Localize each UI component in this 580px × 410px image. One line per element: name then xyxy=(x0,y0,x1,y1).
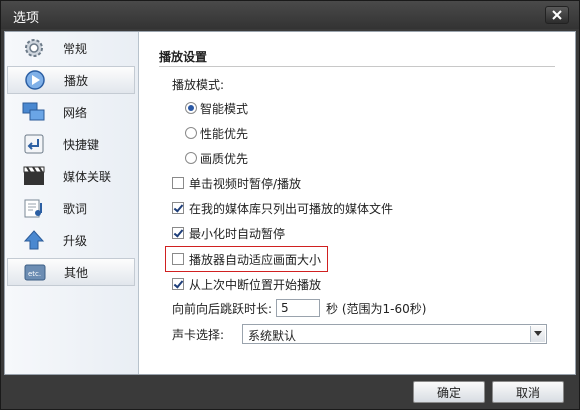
upgrade-arrow-icon xyxy=(17,228,51,252)
sidebar-item-playback[interactable]: 播放 xyxy=(7,66,135,94)
seek-duration-row: 向前向后跳跃时长: 5 秒 (范围为1-60秒) xyxy=(172,298,426,318)
seek-duration-input[interactable]: 5 xyxy=(276,299,321,317)
checkbox[interactable] xyxy=(172,202,184,214)
radio-button[interactable] xyxy=(185,152,197,164)
keyboard-icon xyxy=(17,132,51,156)
sidebar-item-other[interactable]: etc. 其他 xyxy=(7,258,135,286)
play-icon xyxy=(18,68,52,92)
sidebar-item-label: 播放 xyxy=(64,73,89,88)
checkbox[interactable] xyxy=(172,177,184,189)
sidebar-item-upgrade[interactable]: 升级 xyxy=(7,226,135,254)
sidebar-item-label: 快捷键 xyxy=(63,137,100,152)
check-list-playable-only[interactable]: 在我的媒体库只列出可播放的媒体文件 xyxy=(172,198,393,218)
seek-label: 向前向后跳跃时长: xyxy=(172,301,273,316)
checkbox[interactable] xyxy=(172,253,184,265)
soundcard-value: 系统默认 xyxy=(248,329,297,343)
soundcard-label: 声卡选择: xyxy=(172,324,224,344)
window-title: 选项 xyxy=(13,11,40,26)
radio-label: 智能模式 xyxy=(200,101,249,116)
title-bar[interactable]: 选项 xyxy=(1,1,579,29)
svg-text:etc.: etc. xyxy=(28,270,41,278)
sidebar-item-label: 网络 xyxy=(63,105,88,120)
sidebar-item-general[interactable]: 常规 xyxy=(7,34,135,62)
network-icon xyxy=(17,100,51,124)
sidebar-item-media-association[interactable]: 媒体关联 xyxy=(7,162,135,190)
cancel-button[interactable]: 取消 xyxy=(492,381,564,403)
sidebar-item-hotkeys[interactable]: 快捷键 xyxy=(7,130,135,158)
checkbox-label: 在我的媒体库只列出可播放的媒体文件 xyxy=(189,201,394,216)
mode-label: 播放模式: xyxy=(172,74,224,94)
checkbox-label: 播放器自动适应画面大小 xyxy=(189,252,322,267)
checkbox-label: 最小化时自动暂停 xyxy=(189,226,286,241)
radio-button[interactable] xyxy=(185,127,197,139)
soundcard-select[interactable]: 系统默认 xyxy=(242,324,547,344)
playback-settings-panel: 播放设置 播放模式: 智能模式 性能优先 画质优先 单击视频时暂停/播放 在我的… xyxy=(139,32,575,374)
radio-button[interactable] xyxy=(185,102,197,114)
sidebar-item-label: 媒体关联 xyxy=(63,169,112,184)
radio-quality-first[interactable]: 画质优先 xyxy=(185,148,248,168)
checkbox-label: 从上次中断位置开始播放 xyxy=(189,277,322,292)
sidebar: 常规 播放 网络 快捷键 媒体关联 歌词 升级 etc. 其他 xyxy=(5,32,139,374)
sidebar-item-label: 升级 xyxy=(63,233,88,248)
close-icon xyxy=(552,10,562,20)
seek-unit: 秒 (范围为1-60秒) xyxy=(326,301,427,316)
radio-label: 画质优先 xyxy=(200,151,249,166)
check-pause-on-minimize[interactable]: 最小化时自动暂停 xyxy=(172,223,285,243)
dialog-footer: 确定 取消 xyxy=(1,377,579,409)
dropdown-arrow[interactable] xyxy=(530,326,545,342)
check-click-pause[interactable]: 单击视频时暂停/播放 xyxy=(172,173,301,193)
soundcard-label-text: 声卡选择: xyxy=(172,327,225,342)
radio-label: 性能优先 xyxy=(200,126,249,141)
section-divider xyxy=(159,66,555,67)
checkbox-label: 单击视频时暂停/播放 xyxy=(189,176,302,191)
sidebar-item-label: 歌词 xyxy=(63,201,88,216)
radio-smart-mode[interactable]: 智能模式 xyxy=(185,98,248,118)
sidebar-item-lyrics[interactable]: 歌词 xyxy=(7,194,135,222)
section-title: 播放设置 xyxy=(159,50,208,64)
options-dialog: 选项 常规 播放 网络 快捷键 媒体关联 歌词 升级 etc. 其他 播放设置 … xyxy=(0,0,580,410)
sidebar-item-label: 其他 xyxy=(64,265,89,280)
clapperboard-icon xyxy=(17,164,51,188)
checkbox[interactable] xyxy=(172,227,184,239)
check-auto-fit-size[interactable]: 播放器自动适应画面大小 xyxy=(172,249,321,269)
chevron-down-icon xyxy=(534,331,542,336)
etc-icon: etc. xyxy=(18,260,52,284)
content-area: 常规 播放 网络 快捷键 媒体关联 歌词 升级 etc. 其他 播放设置 播放模… xyxy=(4,31,576,375)
lyrics-icon xyxy=(17,196,51,220)
radio-performance-first[interactable]: 性能优先 xyxy=(185,123,248,143)
checkbox[interactable] xyxy=(172,278,184,290)
ok-button[interactable]: 确定 xyxy=(413,381,485,403)
close-button[interactable] xyxy=(545,6,569,24)
sidebar-item-label: 常规 xyxy=(63,41,88,56)
mode-label-text: 播放模式: xyxy=(172,77,225,92)
sidebar-item-network[interactable]: 网络 xyxy=(7,98,135,126)
check-resume-playback[interactable]: 从上次中断位置开始播放 xyxy=(172,274,321,294)
gear-icon xyxy=(17,36,51,60)
